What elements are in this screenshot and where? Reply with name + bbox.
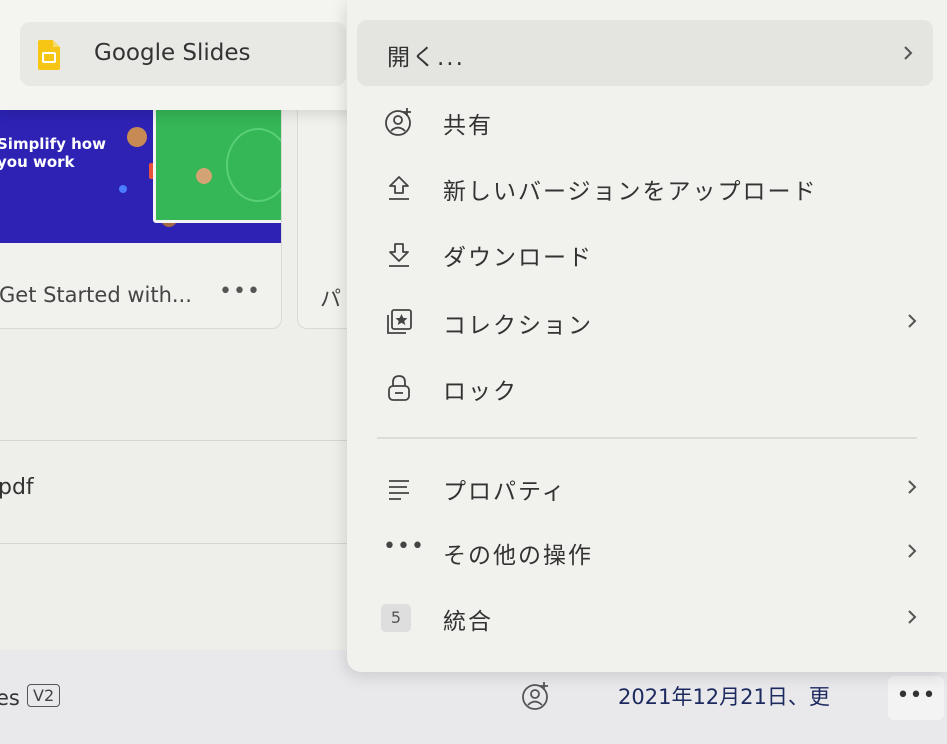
divider xyxy=(0,543,380,544)
menu-item-label: 統合 xyxy=(443,609,493,635)
menu-item-label: コレクション xyxy=(443,313,593,339)
menu-item-label: プロパティ xyxy=(443,479,567,505)
screen: Simplify how you work Get Started with..… xyxy=(0,0,947,744)
file-card-more-button[interactable]: ••• xyxy=(219,279,261,304)
file-card-title: パ xyxy=(320,287,341,311)
context-menu: 開く... 共有 新しいバージョンをアップロード ダウンロード コレクション ロ… xyxy=(347,0,947,672)
chevron-right-icon xyxy=(908,610,917,624)
app-label: Google Slides xyxy=(94,40,251,66)
open-with-popup: Google Slides xyxy=(0,0,368,110)
file-thumbnail: Simplify how you work xyxy=(0,93,281,243)
menu-item-label: ダウンロード xyxy=(443,245,593,271)
menu-item-label: ロック xyxy=(443,379,518,405)
divider xyxy=(0,440,380,441)
menu-item-share[interactable]: 共有 xyxy=(347,88,947,154)
integrations-count-badge: 5 xyxy=(381,604,411,632)
modified-date: 2021年12月21日、更 xyxy=(618,685,830,709)
google-slides-icon xyxy=(38,40,60,70)
file-name: es xyxy=(0,686,20,710)
menu-item-collection[interactable]: コレクション xyxy=(347,288,947,354)
open-with-google-slides[interactable]: Google Slides xyxy=(20,22,346,86)
menu-item-integrations[interactable]: 5 統合 xyxy=(347,584,947,650)
list-item[interactable]: pdf xyxy=(0,475,34,500)
lock-icon xyxy=(388,375,410,401)
collection-star-icon xyxy=(387,309,412,334)
thumbnail-slide xyxy=(153,107,281,223)
chevron-right-icon xyxy=(908,314,917,328)
share-user-icon xyxy=(385,108,411,136)
menu-divider xyxy=(377,437,917,439)
menu-item-download[interactable]: ダウンロード xyxy=(347,220,947,286)
upload-icon xyxy=(389,176,409,200)
version-badge[interactable]: V2 xyxy=(27,684,61,707)
avatar xyxy=(196,168,212,184)
chevron-right-icon xyxy=(904,46,913,60)
avatar xyxy=(127,127,147,147)
menu-item-more-actions[interactable]: ••• その他の操作 xyxy=(347,518,947,584)
decoration xyxy=(119,185,127,193)
file-card[interactable]: Simplify how you work Get Started with..… xyxy=(0,92,282,329)
share-user-icon[interactable] xyxy=(520,680,552,712)
chevron-right-icon xyxy=(908,544,917,558)
menu-item-label: 新しいバージョンをアップロード xyxy=(443,179,818,205)
menu-item-label: 共有 xyxy=(443,113,493,139)
menu-item-open[interactable]: 開く... xyxy=(357,20,933,86)
menu-item-upload-version[interactable]: 新しいバージョンをアップロード xyxy=(347,154,947,220)
menu-item-label: その他の操作 xyxy=(443,543,593,569)
download-icon xyxy=(389,243,409,267)
file-card-title: Get Started with... xyxy=(0,283,192,307)
menu-item-lock[interactable]: ロック xyxy=(347,354,947,420)
menu-item-label: 開く... xyxy=(387,45,465,71)
chevron-right-icon xyxy=(908,480,917,494)
thumbnail-headline: Simplify how you work xyxy=(0,135,106,171)
menu-item-properties[interactable]: プロパティ xyxy=(347,454,947,520)
lines-icon xyxy=(389,480,409,500)
dots-icon: ••• xyxy=(383,534,425,559)
more-options-button[interactable]: ••• xyxy=(888,676,944,720)
